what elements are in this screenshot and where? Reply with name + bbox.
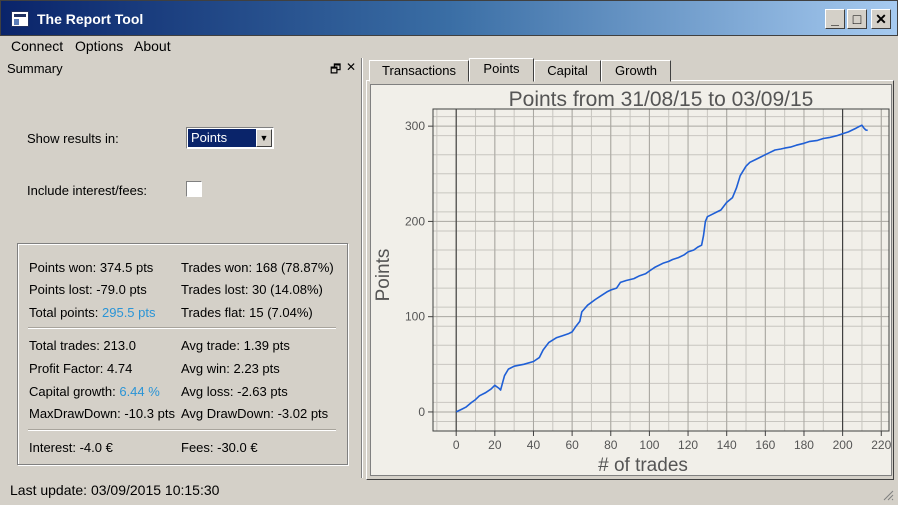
tab-growth[interactable]: Growth: [601, 60, 671, 82]
window-title: The Report Tool: [37, 11, 144, 27]
chart-title: Points from 31/08/15 to 03/09/15: [509, 88, 814, 111]
total-points-value: 295.5 pts: [102, 305, 156, 320]
minimize-button[interactable]: _: [825, 9, 845, 29]
title-bar: The Report Tool _ □ ✕: [0, 0, 898, 36]
total-points: Total points: 295.5 pts: [29, 305, 156, 320]
close-panel-icon[interactable]: ✕: [346, 60, 356, 74]
chart-svg: 0 100 200 300 0 20 40 60 80 100 120 140 160 180 200 220…: [373, 88, 892, 476]
tab-transactions[interactable]: Transactions: [369, 60, 469, 82]
fees: Fees: -30.0 €: [181, 440, 258, 455]
x-tick-label: 80: [604, 438, 618, 452]
capital-growth: Capital growth: 6.44 %: [29, 384, 160, 399]
capital-growth-label: Capital growth:: [29, 384, 116, 399]
capital-growth-value: 6.44 %: [119, 384, 160, 399]
points-chart: 0 100 200 300 0 20 40 60 80 100 120 140 160 180 200 220…: [370, 84, 892, 476]
include-interest-label: Include interest/fees:: [27, 183, 147, 198]
menu-options[interactable]: Options: [75, 38, 123, 54]
x-tick-label: 60: [565, 438, 579, 452]
tab-points[interactable]: Points: [469, 58, 534, 82]
tab-capital[interactable]: Capital: [534, 60, 601, 82]
summary-panel-header: Summary 🗗 ✕: [4, 60, 360, 78]
x-tick-label: 160: [755, 438, 775, 452]
stats-divider: [28, 327, 336, 329]
x-tick-label: 0: [453, 438, 460, 452]
points-lost: Points lost: -79.0 pts: [29, 282, 147, 297]
plot-frame: [432, 108, 890, 432]
interest: Interest: -4.0 €: [29, 440, 113, 455]
trades-won: Trades won: 168 (78.87%): [181, 260, 334, 275]
avg-loss: Avg loss: -2.63 pts: [181, 384, 288, 399]
maximize-button[interactable]: □: [847, 9, 867, 29]
max-drawdown: MaxDrawDown: -10.3 pts: [29, 406, 175, 421]
profit-factor: Profit Factor: 4.74: [29, 361, 133, 376]
app-icon: [11, 11, 29, 27]
trades-lost: Trades lost: 30 (14.08%): [181, 282, 323, 297]
total-points-label: Total points:: [29, 305, 99, 320]
y-tick-label: 0: [418, 405, 425, 419]
trades-flat: Trades flat: 15 (7.04%): [181, 305, 313, 320]
y-tick-label: 300: [405, 119, 425, 133]
x-tick-label: 120: [678, 438, 698, 452]
summary-title: Summary: [7, 61, 63, 76]
float-panel-icon[interactable]: 🗗: [330, 60, 341, 81]
show-results-label: Show results in:: [27, 131, 119, 146]
x-tick-label: 100: [639, 438, 659, 452]
y-tick-label: 200: [405, 214, 425, 228]
x-tick-label: 180: [794, 438, 814, 452]
menu-connect[interactable]: Connect: [11, 38, 63, 54]
x-tick-label: 220: [871, 438, 891, 452]
stats-box: Points won: 374.5 pts Trades won: 168 (7…: [17, 243, 348, 465]
avg-drawdown: Avg DrawDown: -3.02 pts: [181, 406, 329, 421]
stats-divider: [28, 429, 336, 431]
total-trades: Total trades: 213.0: [29, 338, 136, 353]
points-won: Points won: 374.5 pts: [29, 260, 154, 275]
menu-bar: Connect Options About: [0, 36, 898, 57]
menu-about[interactable]: About: [134, 38, 171, 54]
x-tick-label: 20: [488, 438, 502, 452]
avg-trade: Avg trade: 1.39 pts: [181, 338, 290, 353]
avg-win: Avg win: 2.23 pts: [181, 361, 280, 376]
include-interest-checkbox[interactable]: [186, 181, 202, 197]
dropdown-arrow-icon[interactable]: ▼: [256, 129, 272, 147]
panel-splitter[interactable]: [361, 58, 363, 478]
results-unit-select[interactable]: Points ▼: [186, 127, 274, 149]
x-tick-label: 40: [527, 438, 541, 452]
y-tick-label: 100: [405, 310, 425, 324]
results-unit-value: Points: [188, 129, 256, 147]
resize-grip-icon[interactable]: [882, 489, 894, 501]
x-tick-label: 140: [717, 438, 737, 452]
close-button[interactable]: ✕: [871, 9, 891, 29]
y-axis-label: Points: [373, 249, 394, 302]
x-tick-label: 200: [833, 438, 853, 452]
x-axis-label: # of trades: [598, 455, 688, 475]
status-bar-text: Last update: 03/09/2015 10:15:30: [10, 482, 220, 498]
